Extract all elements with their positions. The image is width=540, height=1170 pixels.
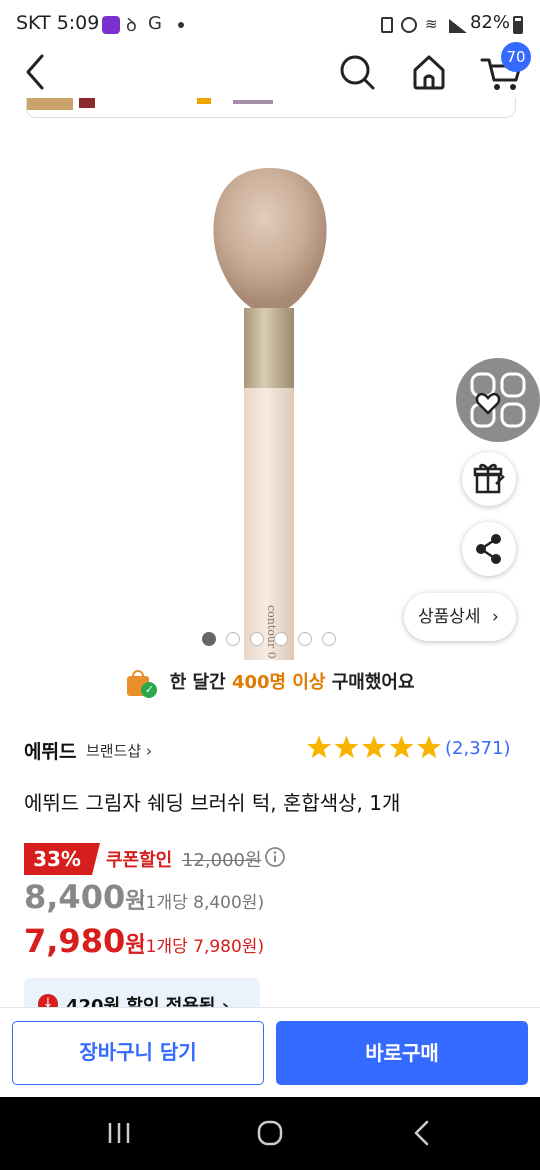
status-time: SKT 5:09 — [16, 12, 100, 34]
purchase-stat-prefix: 한 달간 — [169, 672, 232, 693]
sale-price-value: 8,400 — [24, 878, 126, 916]
battery-saver-icon — [381, 17, 393, 33]
brand-shop-label: 브랜드샵 — [86, 742, 142, 760]
sale-price-unit: (1개당 8,400원) — [139, 893, 265, 913]
star-icon — [307, 735, 331, 759]
back-button[interactable] — [20, 52, 52, 92]
original-price: 12,000원 — [182, 850, 262, 871]
chevron-right-icon: › — [491, 607, 499, 627]
home-nav-button[interactable] — [256, 1119, 284, 1147]
pager-dot[interactable] — [250, 632, 264, 646]
google-icon: G — [148, 13, 162, 34]
recent-apps-button[interactable] — [104, 1121, 134, 1145]
pager-dot[interactable] — [322, 632, 336, 646]
wishlist-button[interactable] — [456, 358, 540, 442]
back-icon — [26, 54, 44, 90]
star-icon — [334, 735, 359, 759]
cart-count-badge: 70 — [501, 42, 531, 72]
purchase-stat-highlight: 400명 이상 — [231, 672, 326, 693]
image-pager — [202, 632, 342, 648]
rating-stars[interactable] — [306, 734, 442, 762]
pager-dot[interactable] — [226, 632, 240, 646]
notification-icons: ꝺ G — [102, 13, 194, 36]
link-icon: ꝺ — [126, 15, 137, 36]
chevron-right-icon: › — [145, 742, 152, 760]
buy-now-button[interactable]: 바로구매 — [276, 1021, 528, 1085]
share-button[interactable] — [462, 522, 516, 576]
info-icon[interactable] — [264, 846, 286, 868]
search-icon — [340, 55, 375, 90]
pager-dot[interactable] — [274, 632, 288, 646]
status-bar: SKT 5:09 ꝺ G ≋ 82% — [0, 0, 540, 50]
product-title: 에뛰드 그림자 쉐딩 브러쉬 턱, 혼합색상, 1개 — [24, 791, 401, 815]
back-nav-button[interactable] — [410, 1119, 434, 1147]
coupon-price-unit: (1개당 7,980원) — [139, 937, 265, 957]
coupon-discount-label: 쿠폰할인 — [106, 850, 173, 871]
wifi-icon: ≋ — [425, 15, 438, 33]
back-arrow-icon — [414, 1120, 429, 1146]
star-icon — [417, 735, 441, 759]
add-to-cart-button[interactable]: 장바구니 담기 — [12, 1021, 264, 1085]
signal-icon — [449, 19, 467, 33]
system-icons: ≋ — [381, 15, 471, 35]
brand-shop-link[interactable]: 브랜드샵 › — [86, 740, 152, 761]
star-rating-icon — [307, 735, 441, 759]
home-button[interactable] — [407, 50, 451, 94]
pager-dot[interactable] — [202, 632, 216, 646]
brand-name[interactable]: 에뛰드 — [24, 737, 76, 764]
star-icon — [389, 735, 414, 759]
recent-apps-icon — [108, 1123, 130, 1143]
home-icon — [413, 55, 445, 90]
star-icon — [362, 735, 386, 759]
dot-icon — [178, 22, 184, 28]
coupon-price: 7,980원 — [24, 922, 145, 960]
home-circle-icon — [257, 1120, 283, 1146]
heart-icon — [470, 372, 526, 428]
purchase-stat: ✓ 한 달간 400명 이상 구매했어요 — [0, 668, 540, 704]
coupon-price-value: 7,980 — [24, 922, 126, 960]
battery-icon — [513, 16, 523, 34]
sale-price: 8,400원 — [24, 878, 145, 916]
svg-text:33%: 33% — [33, 847, 81, 871]
battery-level: 82% — [469, 12, 510, 33]
product-detail-button[interactable]: 상품상세 › — [404, 593, 516, 641]
product-detail-label: 상품상세 — [418, 607, 481, 627]
alarm-icon — [401, 17, 417, 33]
banner-strip — [26, 98, 516, 118]
bottom-action-bar: 장바구니 담기 바로구매 — [0, 1007, 540, 1097]
share-icon — [476, 534, 501, 564]
search-button[interactable] — [335, 50, 379, 94]
review-count[interactable]: (2,371) — [445, 738, 511, 759]
app-notification-icon — [102, 16, 120, 34]
discount-rate-badge: 33% — [24, 843, 100, 875]
shopping-bag-icon: ✓ — [125, 668, 158, 698]
purchase-stat-suffix: 구매했어요 — [325, 672, 415, 693]
gift-button[interactable] — [462, 452, 516, 506]
pager-dot[interactable] — [298, 632, 312, 646]
app-header — [0, 50, 540, 98]
gift-icon — [473, 463, 505, 494]
system-nav-bar — [0, 1097, 540, 1170]
